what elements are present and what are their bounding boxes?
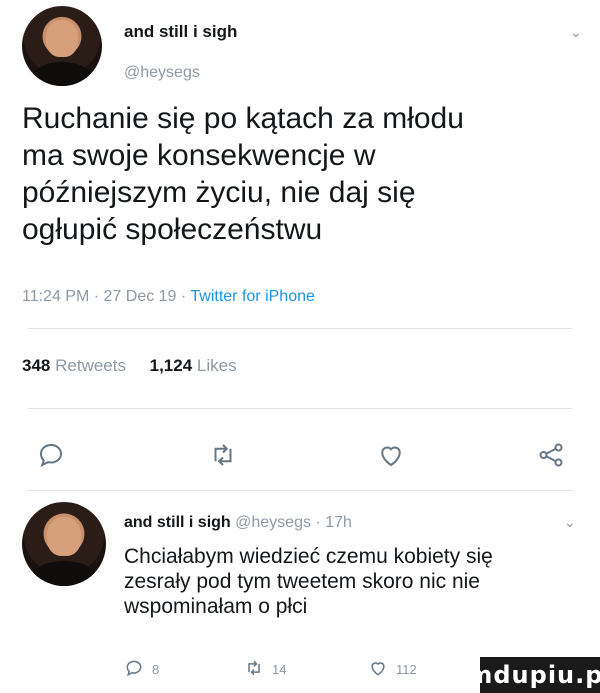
- chevron-down-icon[interactable]: ⌄: [570, 24, 582, 41]
- reply-reply-action[interactable]: 8: [124, 658, 159, 681]
- tweet-text-line: ma swoje konsekwencje w: [22, 139, 376, 172]
- like-count: 112: [396, 662, 417, 677]
- reply-author-avatar[interactable]: [22, 502, 106, 586]
- chevron-down-icon[interactable]: ⌄: [564, 514, 576, 531]
- tweet-text-line: ogłupić społeczeństwu: [22, 213, 323, 246]
- like-icon[interactable]: [376, 440, 406, 470]
- tweet-client-link[interactable]: Twitter for iPhone: [190, 288, 315, 305]
- retweet-icon: [244, 658, 264, 681]
- reply-author-meta[interactable]: @heysegs · 17h: [235, 514, 352, 531]
- avatar-face: [46, 20, 78, 58]
- tweet-text-line: Ruchanie się po kątach za młodu: [22, 102, 464, 135]
- reply-count: 8: [152, 662, 160, 677]
- reply-retweet-action[interactable]: 14: [244, 658, 286, 681]
- author-name[interactable]: and still i sigh: [124, 22, 237, 42]
- reply-text: Chciałabym wiedzieć czemu kobiety się ze…: [124, 544, 594, 619]
- tweet-text-line: późniejszym życiu, nie daj się: [22, 176, 416, 209]
- reply-icon[interactable]: [36, 440, 66, 470]
- avatar-shoulder: [30, 560, 98, 586]
- retweets-label[interactable]: Retweets: [55, 356, 126, 375]
- tweet-timestamp: 11:24 PM · 27 Dec 19 ·: [22, 288, 191, 305]
- watermark-logo: mdupiu.pl: [467, 657, 600, 693]
- reply-icon: [124, 658, 144, 681]
- share-icon[interactable]: [536, 440, 566, 470]
- avatar-face: [47, 517, 81, 556]
- reply-text-line: zesrały pod tym tweetem skoro nic nie: [124, 570, 480, 593]
- tweet-stats: 348 Retweets 1,124 Likes: [22, 356, 237, 376]
- reply-header: and still i sigh @heysegs · 17h: [124, 514, 352, 532]
- likes-label[interactable]: Likes: [197, 356, 237, 375]
- divider: [28, 328, 572, 329]
- reply-like-action[interactable]: 112: [368, 658, 417, 681]
- retweet-count: 14: [272, 662, 287, 677]
- avatar-shoulder: [30, 62, 94, 86]
- like-icon: [368, 658, 388, 681]
- tweet-meta: 11:24 PM · 27 Dec 19 · Twitter for iPhon…: [22, 288, 315, 306]
- author-handle[interactable]: @heysegs: [124, 64, 200, 82]
- likes-count[interactable]: 1,124: [150, 356, 193, 375]
- reply-text-line: Chciałabym wiedzieć czemu kobiety się: [124, 545, 493, 568]
- reply-author-name[interactable]: and still i sigh: [124, 514, 231, 531]
- retweet-icon[interactable]: [208, 440, 238, 470]
- divider: [28, 408, 572, 409]
- tweet-text: Ruchanie się po kątach za młodu ma swoje…: [22, 100, 582, 248]
- divider: [28, 490, 572, 491]
- author-avatar[interactable]: [22, 6, 102, 86]
- retweets-count[interactable]: 348: [22, 356, 50, 375]
- reply-text-line: wspominałam o płci: [124, 595, 308, 618]
